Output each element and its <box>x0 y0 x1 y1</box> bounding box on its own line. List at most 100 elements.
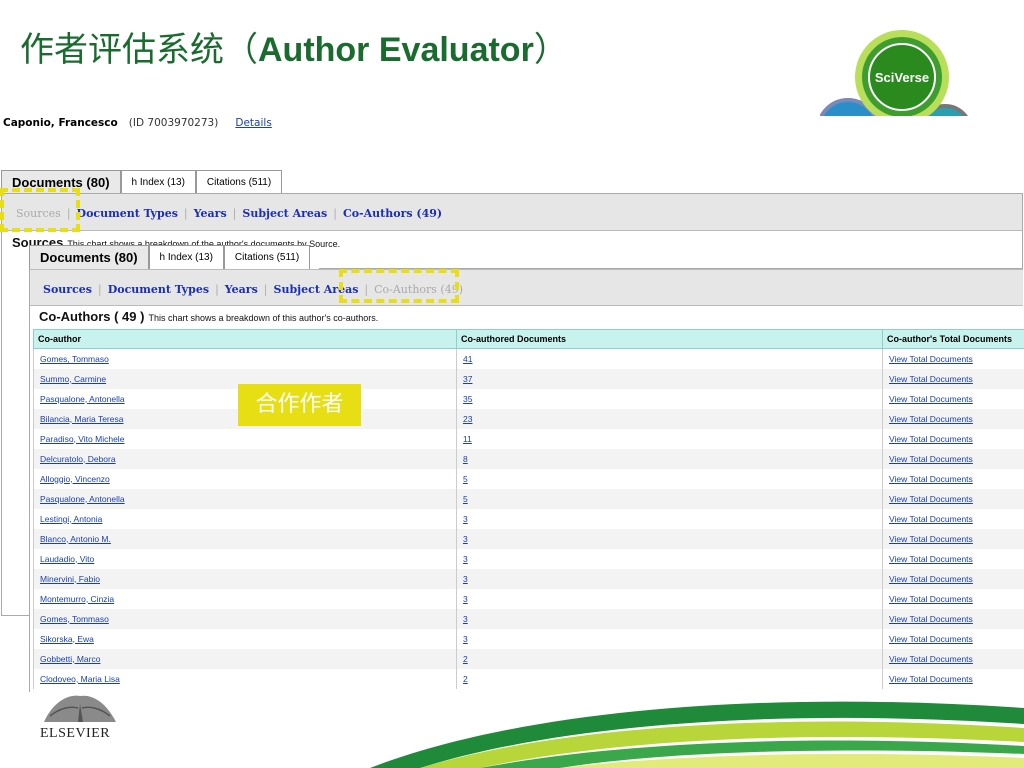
co-author-name-link[interactable]: Gomes, Tommaso <box>40 354 109 364</box>
elsevier-wordmark: ELSEVIER <box>40 726 111 741</box>
tab-strip-fill <box>319 245 1023 269</box>
co-authored-count-link[interactable]: 8 <box>463 454 468 464</box>
decorative-swoosh <box>370 701 1024 768</box>
co-author-name-link[interactable]: Montemurro, Cinzia <box>40 594 114 604</box>
co-authored-count-link[interactable]: 3 <box>463 614 468 624</box>
column-header-total-documents[interactable]: Co-author's Total Documents <box>882 329 1024 349</box>
table-row: Pasqualone, Antonella 35 View Total Docume… <box>33 388 1024 409</box>
co-authored-count-link[interactable]: 5 <box>463 494 468 504</box>
co-authored-count-link[interactable]: 2 <box>463 654 468 664</box>
co-author-name-link[interactable]: Lestingi, Antonia <box>40 514 102 524</box>
column-header-co-authored-documents[interactable]: Co-authored Documents <box>456 329 883 349</box>
table-row: Gomes, Tommaso 41 View Total Documents <box>33 348 1024 369</box>
co-authored-count-link[interactable]: 3 <box>463 554 468 564</box>
view-total-documents-link[interactable]: View Total Documents <box>889 614 973 624</box>
co-authors-section-title: Co-Authors ( 49 ) <box>39 309 145 324</box>
co-authored-count-link[interactable]: 3 <box>463 594 468 604</box>
table-row: Summo, Carmine 37 View Total Documents <box>33 368 1024 389</box>
co-author-name-cell: Pasqualone, Antonella <box>33 488 457 509</box>
subnav-years[interactable]: Years <box>225 283 258 296</box>
co-authored-count-link[interactable]: 11 <box>463 434 472 444</box>
co-author-name-cell: Gomes, Tommaso <box>33 608 457 629</box>
co-author-name-link[interactable]: Laudadio, Vito <box>40 554 94 564</box>
view-total-documents-cell: View Total Documents <box>882 488 1024 509</box>
co-author-name-link[interactable]: Pasqualone, Antonella <box>40 494 125 504</box>
co-authored-count-link[interactable]: 3 <box>463 634 468 644</box>
co-author-name-link[interactable]: Paradiso, Vito Michele <box>40 434 124 444</box>
co-author-name-link[interactable]: Sikorska, Ewa <box>40 634 94 644</box>
details-link[interactable]: Details <box>235 117 271 129</box>
tab-documents[interactable]: Documents (80) <box>29 245 149 269</box>
co-authored-count-link[interactable]: 3 <box>463 514 468 524</box>
author-id: (ID 7003970273) <box>128 117 219 129</box>
view-total-documents-cell: View Total Documents <box>882 448 1024 469</box>
sciverse-logo-text: SciVerse <box>874 70 930 85</box>
subnav-sources[interactable]: Sources <box>43 283 92 296</box>
co-authored-count-cell: 3 <box>456 548 883 569</box>
co-authored-count-link[interactable]: 3 <box>463 574 468 584</box>
co-author-name-link[interactable]: Gobbetti, Marco <box>40 654 100 664</box>
co-authored-count-cell: 5 <box>456 468 883 489</box>
co-authors-panel-body: Sources | Document Types | Years | Subject Are… <box>29 269 1024 692</box>
co-author-name-link[interactable]: Pasqualone, Antonella <box>40 394 125 404</box>
subnav-co-authors[interactable]: Co-Authors (49) <box>343 207 442 220</box>
co-authored-count-cell: 37 <box>456 368 883 389</box>
view-total-documents-link[interactable]: View Total Documents <box>889 394 973 404</box>
table-row: Gobbetti, Marco 2 View Total Documents <box>33 648 1024 669</box>
view-total-documents-link[interactable]: View Total Documents <box>889 594 973 604</box>
co-author-name-link[interactable]: Clodoveo, Maria Lisa <box>40 674 120 684</box>
co-author-name-link[interactable]: Bilancia, Maria Teresa <box>40 414 123 424</box>
co-author-name-cell: Paradiso, Vito Michele <box>33 428 457 449</box>
co-authored-count-link[interactable]: 2 <box>463 674 468 684</box>
slide-title: 作者评估系统（Author Evaluator） <box>20 22 568 71</box>
view-total-documents-cell: View Total Documents <box>882 468 1024 489</box>
tab-h-index[interactable]: h Index (13) <box>148 245 224 269</box>
view-total-documents-link[interactable]: View Total Documents <box>889 454 973 464</box>
co-authors-section-heading: Co-Authors ( 49 ) This chart shows a brea… <box>39 309 378 324</box>
tab-citations[interactable]: Citations (511) <box>223 245 311 269</box>
co-author-name-cell: Blanco, Antonio M. <box>33 528 457 549</box>
view-total-documents-link[interactable]: View Total Documents <box>889 534 973 544</box>
view-total-documents-link[interactable]: View Total Documents <box>889 474 973 484</box>
subnav-years[interactable]: Years <box>194 207 227 220</box>
view-total-documents-link[interactable]: View Total Documents <box>889 414 973 424</box>
subnav-document-types[interactable]: Document Types <box>77 207 178 220</box>
view-total-documents-link[interactable]: View Total Documents <box>889 674 973 684</box>
co-authored-count-link[interactable]: 35 <box>463 394 472 404</box>
view-total-documents-link[interactable]: View Total Documents <box>889 654 973 664</box>
view-total-documents-link[interactable]: View Total Documents <box>889 494 973 504</box>
view-total-documents-cell: View Total Documents <box>882 368 1024 389</box>
co-authored-count-link[interactable]: 23 <box>463 414 472 424</box>
view-total-documents-link[interactable]: View Total Documents <box>889 434 973 444</box>
view-total-documents-link[interactable]: View Total Documents <box>889 634 973 644</box>
tab-citations[interactable]: Citations (511) <box>195 170 283 194</box>
co-author-name-link[interactable]: Delcuratolo, Debora <box>40 454 116 464</box>
table-row: Alloggio, Vincenzo 5 View Total Documents <box>33 468 1024 489</box>
view-total-documents-link[interactable]: View Total Documents <box>889 374 973 384</box>
subnav-document-types[interactable]: Document Types <box>108 283 209 296</box>
subnav-subject-areas[interactable]: Subject Areas <box>242 207 327 220</box>
column-header-co-author[interactable]: Co-author <box>33 329 457 349</box>
co-authored-count-link[interactable]: 37 <box>463 374 472 384</box>
co-author-name-link[interactable]: Summo, Carmine <box>40 374 106 384</box>
co-author-name-link[interactable]: Blanco, Antonio M. <box>40 534 111 544</box>
co-authors-table: Co-author Co-authored Documents Co-autho… <box>33 329 1024 689</box>
co-author-name-cell: Gomes, Tommaso <box>33 348 457 369</box>
co-authored-count-link[interactable]: 5 <box>463 474 468 484</box>
co-author-name-cell: Lestingi, Antonia <box>33 508 457 529</box>
view-total-documents-cell: View Total Documents <box>882 348 1024 369</box>
sources-highlight-box <box>0 188 80 232</box>
co-authored-count-link[interactable]: 41 <box>463 354 472 364</box>
co-author-name-link[interactable]: Alloggio, Vincenzo <box>40 474 110 484</box>
view-total-documents-link[interactable]: View Total Documents <box>889 514 973 524</box>
co-authored-count-link[interactable]: 3 <box>463 534 468 544</box>
tab-h-index[interactable]: h Index (13) <box>120 170 196 194</box>
co-author-name-link[interactable]: Gomes, Tommaso <box>40 614 109 624</box>
co-author-name-link[interactable]: Minervini, Fabio <box>40 574 100 584</box>
view-total-documents-cell: View Total Documents <box>882 528 1024 549</box>
view-total-documents-link[interactable]: View Total Documents <box>889 554 973 564</box>
author-line: Caponio, Francesco (ID 7003970273) Detai… <box>3 117 272 129</box>
view-total-documents-link[interactable]: View Total Documents <box>889 354 973 364</box>
view-total-documents-link[interactable]: View Total Documents <box>889 574 973 584</box>
co-authors-callout: 合作作者 <box>238 384 361 426</box>
